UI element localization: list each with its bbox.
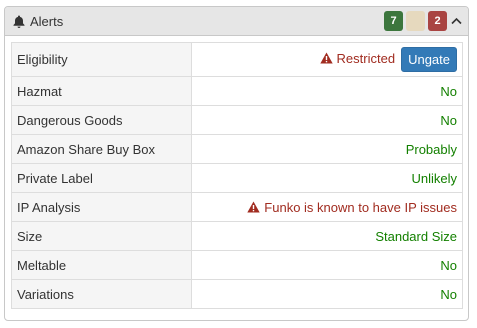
alert-label: Eligibility — [11, 42, 192, 77]
warning-icon — [247, 201, 260, 212]
alert-value-cell: No — [191, 279, 463, 309]
alert-value-cell: Funko is known to have IP issues — [191, 192, 463, 222]
alert-label: Variations — [11, 279, 192, 309]
panel-header[interactable]: Alerts 72 — [5, 7, 468, 36]
alert-value: Probably — [405, 141, 457, 157]
alert-row: Variations No — [11, 279, 463, 309]
bell-icon — [13, 15, 25, 28]
alert-value-cell: Standard Size — [191, 221, 463, 251]
alert-row: Size Standard Size — [11, 221, 463, 251]
alert-label: Dangerous Goods — [11, 105, 192, 135]
alert-value-cell: Unlikely — [191, 163, 463, 193]
alert-value: No — [440, 83, 457, 99]
alert-row: Hazmat No — [11, 76, 463, 106]
alert-value: Unlikely — [411, 170, 457, 186]
alerts-panel: Alerts 72 Eligibility Restricted Ungate Haz… — [4, 6, 469, 321]
alert-value: Standard Size — [375, 228, 457, 244]
alert-row: IP Analysis Funko is known to have IP iss… — [11, 192, 463, 222]
alert-label: Hazmat — [11, 76, 192, 106]
alert-label: Amazon Share Buy Box — [11, 134, 192, 164]
panel-title: Alerts — [30, 13, 64, 29]
alert-row: Amazon Share Buy Box Probably — [11, 134, 463, 164]
alert-label: IP Analysis — [11, 192, 192, 222]
alert-row: Dangerous Goods No — [11, 105, 463, 135]
warning-icon — [319, 52, 333, 64]
alert-value-cell: No — [191, 105, 463, 135]
alert-row: Private Label Unlikely — [11, 163, 463, 193]
alert-count-badge: 7 — [384, 11, 403, 31]
alerts-table-wrap: Eligibility Restricted Ungate Hazmat No Dange… — [5, 36, 468, 309]
alert-value: No — [440, 257, 457, 273]
ungate-button[interactable]: Ungate — [401, 47, 457, 72]
alert-value-cell: No — [191, 76, 463, 106]
alert-value: No — [440, 112, 457, 128]
alert-count-badge — [406, 11, 425, 31]
chevron-up-icon[interactable] — [451, 17, 462, 25]
alert-value-cell: Restricted Ungate — [191, 42, 463, 77]
alert-row: Eligibility Restricted Ungate — [11, 42, 463, 77]
alert-value: Funko is known to have IP issues — [264, 199, 457, 215]
alert-value: Restricted — [336, 50, 396, 66]
alert-count-badge: 2 — [428, 11, 447, 31]
alert-row: Meltable No — [11, 250, 463, 280]
alert-label: Meltable — [11, 250, 192, 280]
alert-value-cell: No — [191, 250, 463, 280]
header-badges: 72 — [381, 11, 462, 31]
alert-value: No — [440, 286, 457, 302]
alerts-table: Eligibility Restricted Ungate Hazmat No Dange… — [11, 42, 463, 309]
alert-label: Size — [11, 221, 192, 251]
alert-value-cell: Probably — [191, 134, 463, 164]
alert-label: Private Label — [11, 163, 192, 193]
